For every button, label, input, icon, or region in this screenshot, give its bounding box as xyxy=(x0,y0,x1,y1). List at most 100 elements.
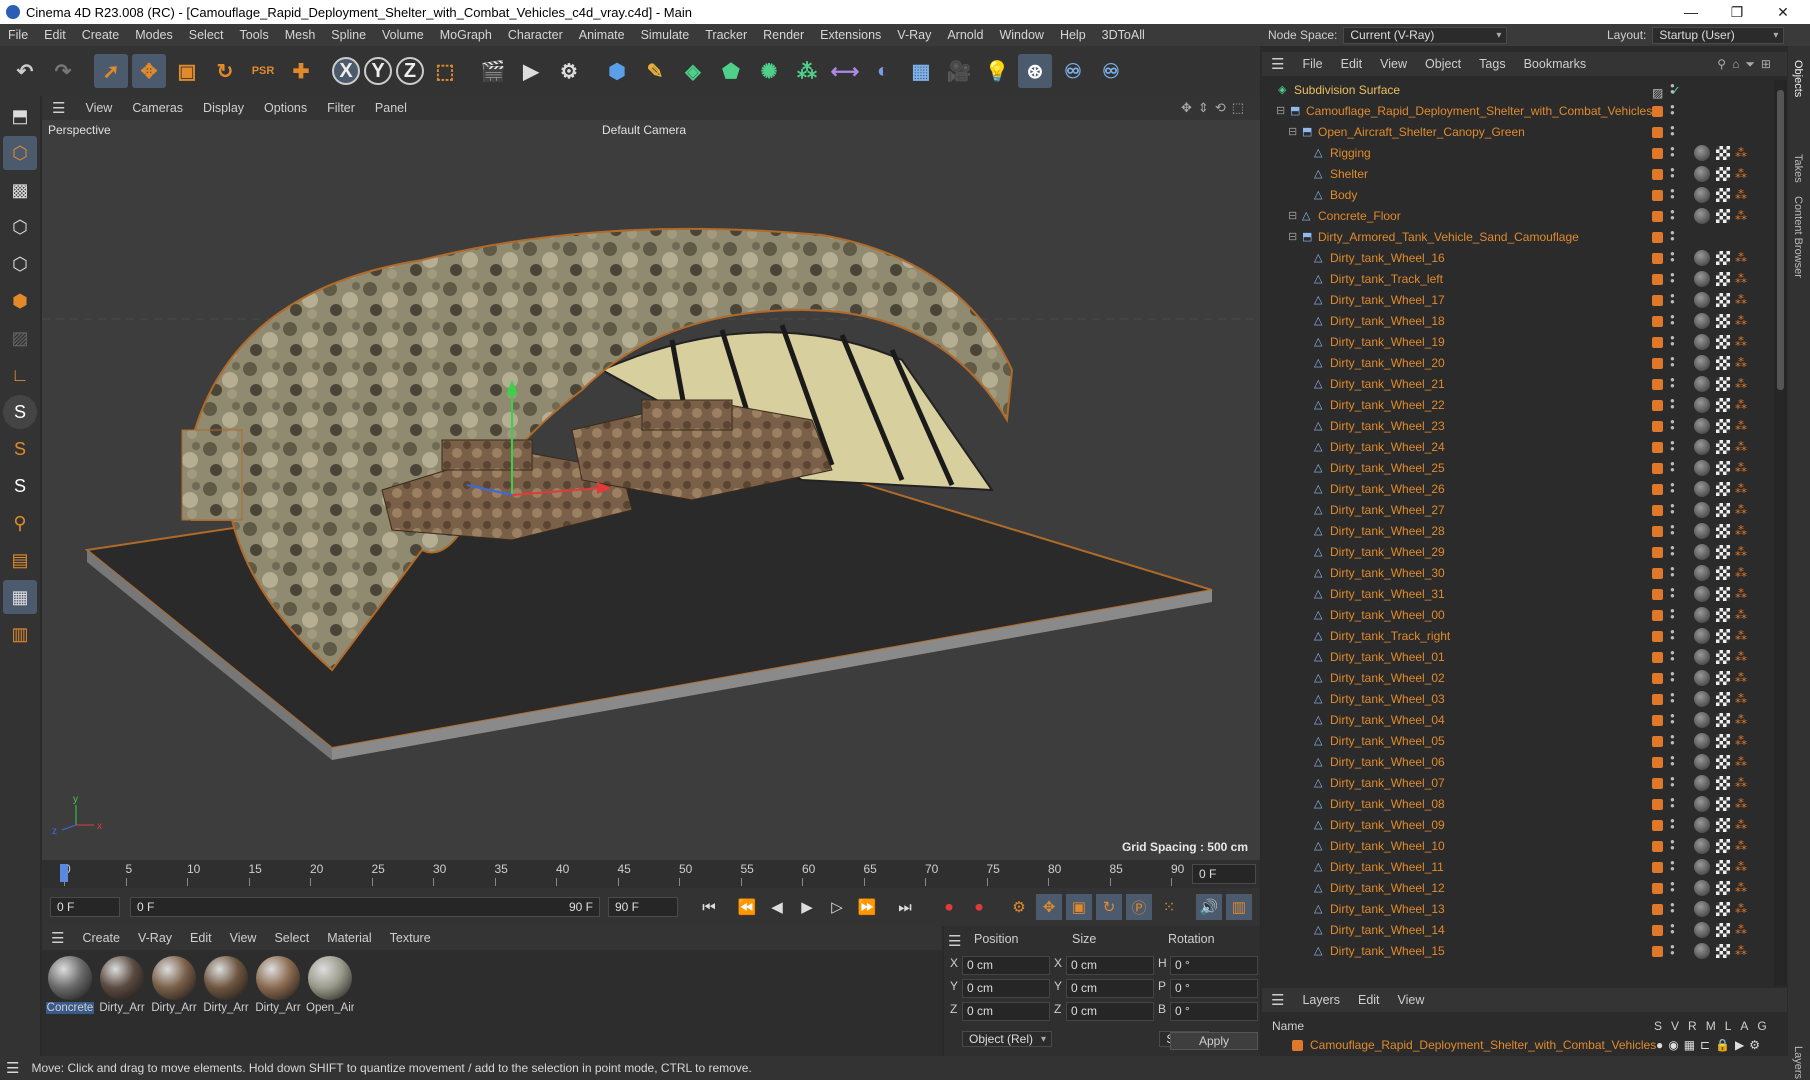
render-view-icon[interactable]: ▶ xyxy=(514,54,548,88)
visibility-dots-icon[interactable]: ● ● xyxy=(1670,145,1675,159)
object-row[interactable]: △ Dirty_tank_Wheel_07 ● ● ⁂ xyxy=(1262,773,1774,794)
object-row[interactable]: △ Dirty_tank_Wheel_03 ● ● ⁂ xyxy=(1262,689,1774,710)
hamburger-icon[interactable]: ☰ xyxy=(42,929,73,947)
scrollbar-thumb[interactable] xyxy=(1777,90,1784,390)
selection-tag-icon[interactable]: ⁂ xyxy=(1735,482,1749,496)
viewport-menu-display[interactable]: Display xyxy=(193,101,254,115)
menu-vray[interactable]: V-Ray xyxy=(889,28,939,42)
layer-color-swatch[interactable] xyxy=(1652,820,1663,831)
visibility-dots-icon[interactable]: ● ● xyxy=(1670,208,1675,222)
tab-objects[interactable]: Objects xyxy=(1792,60,1804,97)
object-name[interactable]: Dirty_tank_Wheel_22 xyxy=(1330,395,1445,416)
object-row[interactable]: △ Dirty_tank_Wheel_02 ● ● ⁂ xyxy=(1262,668,1774,689)
close-button[interactable]: ✕ xyxy=(1760,0,1806,24)
uvw-tag-icon[interactable] xyxy=(1716,629,1730,643)
object-name[interactable]: Dirty_tank_Wheel_02 xyxy=(1330,668,1445,689)
object-name[interactable]: Dirty_tank_Wheel_03 xyxy=(1330,689,1445,710)
visibility-dots-icon[interactable]: ● ● xyxy=(1670,460,1675,474)
object-row[interactable]: △ Dirty_tank_Wheel_30 ● ● ⁂ xyxy=(1262,563,1774,584)
object-row[interactable]: △ Dirty_tank_Wheel_00 ● ● ⁂ xyxy=(1262,605,1774,626)
uvw-tag-icon[interactable] xyxy=(1716,440,1730,454)
material-tag-icon[interactable] xyxy=(1694,187,1710,203)
object-row[interactable]: △ Dirty_tank_Wheel_17 ● ● ⁂ xyxy=(1262,290,1774,311)
menu-3dtoall[interactable]: 3DToAll xyxy=(1094,28,1153,42)
object-row[interactable]: △ Dirty_tank_Wheel_27 ● ● ⁂ xyxy=(1262,500,1774,521)
object-row[interactable]: △ Dirty_tank_Wheel_14 ● ● ⁂ xyxy=(1262,920,1774,941)
object-row[interactable]: △ Dirty_tank_Wheel_23 ● ● ⁂ xyxy=(1262,416,1774,437)
3d-viewport[interactable]: Perspective Default Camera y x z Grid Sp… xyxy=(42,120,1260,860)
selection-tag-icon[interactable]: ⁂ xyxy=(1735,923,1749,937)
material-tag-icon[interactable] xyxy=(1694,334,1710,350)
hamburger-icon[interactable]: ☰ xyxy=(1262,55,1293,73)
hamburger-icon[interactable]: ☰ xyxy=(42,99,75,117)
uvw-tag-icon[interactable] xyxy=(1716,461,1730,475)
material-tag-icon[interactable] xyxy=(1694,922,1710,938)
sound-icon[interactable]: 🔊 xyxy=(1196,894,1222,920)
visibility-dots-icon[interactable]: ● ● xyxy=(1670,334,1675,348)
object-row[interactable]: ⊟ ⬒ Dirty_Armored_Tank_Vehicle_Sand_Camouf… xyxy=(1262,227,1774,248)
position-z-field[interactable]: 0 cm xyxy=(962,1002,1050,1021)
layer-color-swatch[interactable] xyxy=(1652,841,1663,852)
object-menu-file[interactable]: File xyxy=(1293,57,1331,71)
camera-icon[interactable]: 🎥 xyxy=(942,54,976,88)
layer-color-swatch[interactable] xyxy=(1652,358,1663,369)
selection-tag-icon[interactable]: ⁂ xyxy=(1735,650,1749,664)
workplane-icon[interactable]: ▤ xyxy=(3,543,37,577)
uvw-tag-icon[interactable] xyxy=(1716,335,1730,349)
object-row[interactable]: △ Dirty_tank_Wheel_24 ● ● ⁂ xyxy=(1262,437,1774,458)
size-y-field[interactable]: 0 cm xyxy=(1066,979,1154,998)
menu-tracker[interactable]: Tracker xyxy=(697,28,755,42)
visibility-dots-icon[interactable]: ● ● xyxy=(1670,313,1675,327)
material-menu-view[interactable]: View xyxy=(221,931,266,945)
current-frame-field[interactable]: 0 F xyxy=(1192,864,1256,884)
material-tag-icon[interactable] xyxy=(1694,502,1710,518)
material-tag-icon[interactable] xyxy=(1694,523,1710,539)
uvw-tag-icon[interactable] xyxy=(1716,839,1730,853)
object-name[interactable]: Dirty_tank_Wheel_06 xyxy=(1330,752,1445,773)
uvw-tag-icon[interactable] xyxy=(1716,692,1730,706)
uvw-tag-icon[interactable] xyxy=(1716,419,1730,433)
visibility-dots-icon[interactable]: ● ● xyxy=(1670,586,1675,600)
layer-color-swatch[interactable] xyxy=(1652,736,1663,747)
visibility-dots-icon[interactable]: ● ● xyxy=(1670,859,1675,873)
selection-tag-icon[interactable]: ⁂ xyxy=(1735,629,1749,643)
layer-flag-toggles[interactable]: ●◉▦⊏🔒▶⚙ xyxy=(1656,1038,1765,1052)
visibility-dots-icon[interactable]: ● ● xyxy=(1670,502,1675,516)
material-menu-edit[interactable]: Edit xyxy=(181,931,221,945)
visibility-dots-icon[interactable]: ● ● xyxy=(1670,292,1675,306)
object-row[interactable]: ◈ Subdivision Surface ▨ ✓ ● ● xyxy=(1262,80,1774,101)
uvw-tag-icon[interactable] xyxy=(1716,482,1730,496)
object-name[interactable]: Dirty_tank_Wheel_28 xyxy=(1330,521,1445,542)
undo-icon[interactable]: ↶ xyxy=(8,54,42,88)
timeline-window-icon[interactable]: ▥ xyxy=(1226,894,1252,920)
selection-tag-icon[interactable]: ⁂ xyxy=(1735,881,1749,895)
visibility-dots-icon[interactable]: ● ● xyxy=(1670,796,1675,810)
menu-spline[interactable]: Spline xyxy=(323,28,374,42)
menu-modes[interactable]: Modes xyxy=(127,28,181,42)
object-row[interactable]: △ Dirty_tank_Wheel_04 ● ● ⁂ xyxy=(1262,710,1774,731)
layer-color-swatch[interactable] xyxy=(1652,316,1663,327)
material-item[interactable]: Dirty_Arr xyxy=(254,956,302,1014)
previous-frame-icon[interactable]: ◀ xyxy=(764,894,790,920)
size-x-field[interactable]: 0 cm xyxy=(1066,956,1154,975)
object-row[interactable]: △ Dirty_tank_Wheel_22 ● ● ⁂ xyxy=(1262,395,1774,416)
menu-create[interactable]: Create xyxy=(74,28,128,42)
object-row[interactable]: ⊟ ⬒ Open_Aircraft_Shelter_Canopy_Green ● ● xyxy=(1262,122,1774,143)
selection-tag-icon[interactable]: ⁂ xyxy=(1735,146,1749,160)
uvw-tag-icon[interactable] xyxy=(1716,209,1730,223)
selection-tag-icon[interactable]: ⁂ xyxy=(1735,356,1749,370)
object-row[interactable]: △ Dirty_tank_Wheel_16 ● ● ⁂ xyxy=(1262,248,1774,269)
object-name[interactable]: Dirty_tank_Wheel_11 xyxy=(1330,857,1444,878)
menu-mesh[interactable]: Mesh xyxy=(277,28,324,42)
material-menu-texture[interactable]: Texture xyxy=(381,931,440,945)
object-row[interactable]: △ Dirty_tank_Wheel_13 ● ● ⁂ xyxy=(1262,899,1774,920)
tab-layers[interactable]: Layers xyxy=(1792,1046,1804,1079)
make-editable-icon[interactable]: ⬒ xyxy=(3,99,37,133)
uvw-tag-icon[interactable] xyxy=(1716,272,1730,286)
object-row[interactable]: △ Dirty_tank_Wheel_15 ● ● ⁂ xyxy=(1262,941,1774,962)
layer-color-swatch[interactable] xyxy=(1652,463,1663,474)
hamburger-icon[interactable]: ☰ xyxy=(948,932,961,950)
layer-color-swatch[interactable] xyxy=(1652,715,1663,726)
object-tree-scrollbar[interactable] xyxy=(1774,80,1787,986)
visibility-dots-icon[interactable]: ● ● xyxy=(1670,691,1675,705)
